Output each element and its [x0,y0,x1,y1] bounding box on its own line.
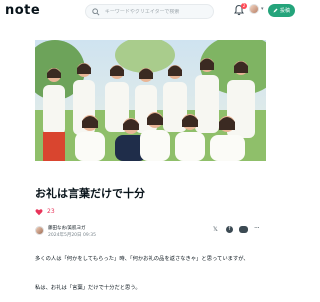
post-date: 2024年5月20日 09:35 [48,233,96,238]
heart-icon[interactable] [35,208,43,216]
line-icon[interactable] [239,226,248,233]
search-icon [92,7,100,15]
top-header: note 2 ▾ 投稿 [0,0,300,24]
chevron-down-icon[interactable]: ▾ [261,6,264,12]
article-title: お礼は言葉だけで十分 [35,187,145,200]
post-button-label: 投稿 [279,8,290,14]
x-icon[interactable]: 𝕏 [213,226,218,233]
author-avatar[interactable] [35,226,44,235]
pencil-icon [273,8,278,13]
like-count: 23 [47,208,55,215]
user-avatar[interactable] [249,4,259,14]
note-logo[interactable]: note [5,3,40,18]
search-box[interactable] [85,4,214,19]
group-photo-illustration [35,40,266,161]
post-button[interactable]: 投稿 [268,4,295,17]
more-icon[interactable]: ··· [254,224,260,232]
article-paragraph: 多くの人は「何かをしてもらった」時、「何かお礼の品を返さなきゃ」と思っていますが… [35,256,249,262]
article-paragraph: 私は、お礼は「言葉」だけで十分だと思う。 [35,285,141,291]
author-name[interactable]: 藤田なお/美肌ヨガ [48,225,86,231]
facebook-icon[interactable]: f [226,226,233,233]
search-input[interactable] [104,8,213,15]
hero-image [35,40,266,161]
notification-badge: 2 [241,3,247,9]
